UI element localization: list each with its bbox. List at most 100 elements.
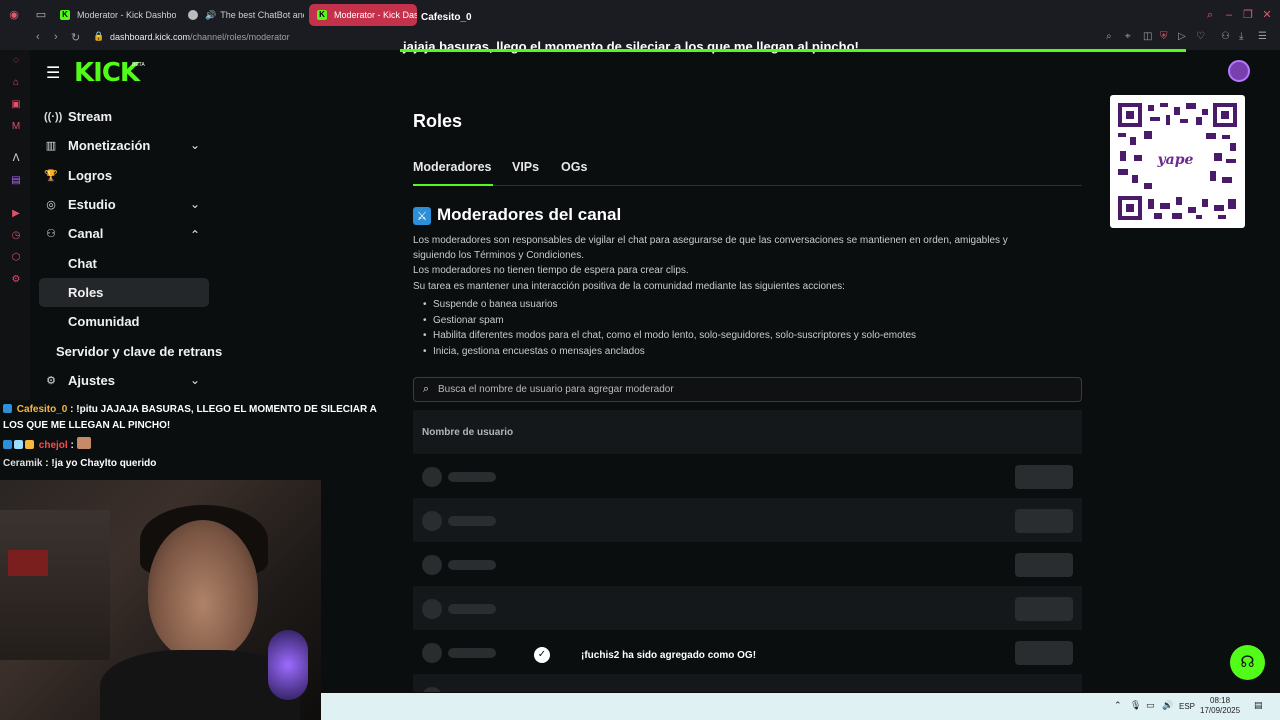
table-row — [413, 454, 1082, 498]
hamburger-menu-icon[interactable]: ☰ — [46, 63, 60, 83]
back-icon[interactable]: ‹ — [36, 31, 40, 43]
zoom-icon[interactable]: ⌕ — [1106, 31, 1112, 42]
sidebar-item-logros[interactable]: 🏆 Logros — [44, 168, 112, 183]
page-title: Roles — [413, 111, 463, 131]
language-indicator[interactable]: ESP — [1179, 702, 1195, 711]
thumbs-up-emote-icon — [76, 437, 91, 449]
avatar[interactable] — [1228, 60, 1250, 82]
download-icon[interactable]: ⤓ — [1239, 31, 1243, 42]
tab-ogs[interactable]: OGs — [561, 160, 587, 174]
chat-message: chejol : — [3, 437, 93, 454]
clock-icon[interactable]: ◷ — [10, 230, 22, 242]
chevron-down-icon[interactable]: ⌄ — [190, 197, 200, 211]
browser-tab-1[interactable]: K Moderator - Kick Dashbo — [52, 4, 176, 26]
table-row — [413, 498, 1082, 542]
overlay-progress-line — [400, 49, 1186, 52]
channel-icon: ⚇ — [46, 228, 56, 240]
beta-label: BETA — [132, 62, 145, 68]
volume-icon[interactable]: 🔊 — [1162, 700, 1173, 711]
maximize-icon[interactable]: ❐ — [1241, 8, 1255, 22]
tray-expand-icon[interactable]: ⌃ — [1114, 700, 1122, 711]
sidebar-subitem-roles[interactable]: Roles — [68, 285, 103, 300]
tab-overview-icon[interactable]: ▭ — [34, 8, 48, 22]
browser-menu-icon[interactable]: ◉ — [7, 8, 21, 22]
qr-code: yape — [1110, 95, 1245, 228]
minimize-icon[interactable]: – — [1222, 8, 1236, 22]
search-tabs-icon[interactable]: ⌕ — [1203, 8, 1217, 22]
chevron-up-icon[interactable]: ⌃ — [190, 228, 200, 242]
reload-icon[interactable]: ↻ — [71, 31, 80, 44]
diamond-badge-icon — [14, 440, 23, 449]
trophy-icon: 🏆 — [44, 170, 58, 182]
mic-tray-icon[interactable]: 🎙 — [1130, 700, 1141, 711]
sidebar-item-estudio[interactable]: ◎ Estudio — [44, 197, 115, 212]
webcam-feed — [0, 480, 321, 720]
chat-message: Cafesito_0 : !pitu JAJAJA BASURAS, LLEGO… — [3, 404, 377, 431]
description-line: Su tarea es mantener una interacción pos… — [413, 281, 845, 292]
studio-icon: ◎ — [46, 199, 56, 211]
bag-icon[interactable]: ⌂ — [10, 77, 22, 89]
pin-icon[interactable]: ⌖ — [1125, 31, 1131, 42]
close-icon[interactable]: ✕ — [1260, 8, 1274, 22]
sidebar-item-monetizacion[interactable]: ▥ Monetización — [44, 138, 151, 153]
url-field[interactable]: dashboard.kick.com/channel/roles/moderat… — [110, 32, 290, 42]
tab-moderadores[interactable]: Moderadores — [413, 160, 492, 174]
browser-tab-2[interactable]: 🔊 The best ChatBot and — [180, 4, 304, 26]
support-chat-button[interactable]: ☊ — [1230, 645, 1265, 680]
description-line: Los moderadores son responsables de vigi… — [413, 235, 1008, 246]
sidebar-item-ajustes[interactable]: ⚙ Ajustes — [44, 373, 115, 388]
twitch-icon[interactable]: ▤ — [10, 175, 22, 187]
camera-icon[interactable]: ◫ — [1143, 31, 1152, 42]
bullet-item: Gestionar spam — [423, 315, 504, 326]
browser-tab-3-active[interactable]: K Moderator - Kick Dash — [309, 4, 417, 26]
bullet-item: Inicia, gestiona encuestas o mensajes an… — [423, 346, 645, 357]
messenger-icon[interactable]: ▣ — [10, 99, 22, 111]
forward-icon[interactable]: › — [54, 31, 58, 43]
row-action-placeholder — [1015, 641, 1073, 665]
extensions-icon[interactable]: ⬡ — [10, 252, 22, 264]
sidebar-subitem-chat[interactable]: Chat — [68, 256, 97, 271]
sidebar-item-stream[interactable]: ((·)) Stream — [44, 109, 112, 124]
overlay-username: Cafesito_0 — [421, 12, 472, 23]
chat-message: Ceramik : !ja yo Chaylto querido — [3, 458, 157, 469]
sidebar-subitem-servidor[interactable]: Servidor y clave de retrans — [56, 344, 222, 359]
player-icon[interactable]: ▶ — [10, 208, 22, 220]
profile-icon[interactable]: ⚇ — [1221, 31, 1230, 42]
browser-tab-bar: ◉ ▭ K Moderator - Kick Dashbo 🔊 The best… — [0, 0, 1280, 28]
settings-icon[interactable]: ⚙ — [10, 274, 22, 286]
menu-icon[interactable]: ☰ — [1258, 31, 1267, 42]
search-icon: ⌕ — [423, 383, 430, 395]
play-icon[interactable]: ▷ — [1178, 31, 1186, 42]
taskbar-clock[interactable]: 08:18 17/09/2025 — [1200, 696, 1240, 716]
lock-icon: 🔒 — [93, 31, 105, 41]
search-box: ⌕ — [413, 377, 1082, 402]
description-line: Los moderadores no tienen tiempo de espe… — [413, 265, 689, 276]
gear-icon: ⚙ — [46, 375, 56, 387]
aria-icon[interactable]: ᐱ — [10, 153, 22, 165]
search-input[interactable] — [438, 378, 1068, 401]
microphone-icon — [268, 630, 308, 700]
yape-logo: yape — [1148, 142, 1203, 178]
kick-logo[interactable]: KICK — [74, 58, 140, 88]
kick-favicon: K — [317, 10, 327, 20]
row-action-placeholder — [1015, 465, 1073, 489]
row-action-placeholder — [1015, 509, 1073, 533]
sidebar-item-canal[interactable]: ⚇ Canal — [44, 226, 103, 241]
network-icon[interactable]: ▭ — [1146, 700, 1155, 711]
history-icon[interactable]: ◌ — [10, 55, 22, 67]
crown-badge-icon — [25, 440, 34, 449]
moderator-badge-icon — [3, 440, 12, 449]
tab-vips[interactable]: VIPs — [512, 160, 539, 174]
bullet-item: Habilita diferentes modos para el chat, … — [423, 330, 916, 341]
heart-icon[interactable]: ♡ — [1196, 31, 1205, 42]
notification-icon[interactable]: ▤ — [1254, 700, 1263, 711]
gmail-icon[interactable]: M — [10, 121, 22, 133]
shield-icon[interactable]: ⛨ — [1160, 31, 1168, 42]
chevron-down-icon[interactable]: ⌄ — [190, 373, 200, 387]
sidebar-subitem-comunidad[interactable]: Comunidad — [68, 314, 140, 329]
browser-side-panel: ◌ ⌂ ▣ M ᐱ ▤ ▶ ◷ ⬡ ⚙ — [0, 50, 30, 400]
chevron-down-icon[interactable]: ⌄ — [190, 138, 200, 152]
table-row — [413, 674, 1082, 692]
kick-favicon: K — [60, 10, 70, 20]
monetization-icon: ▥ — [45, 140, 57, 152]
